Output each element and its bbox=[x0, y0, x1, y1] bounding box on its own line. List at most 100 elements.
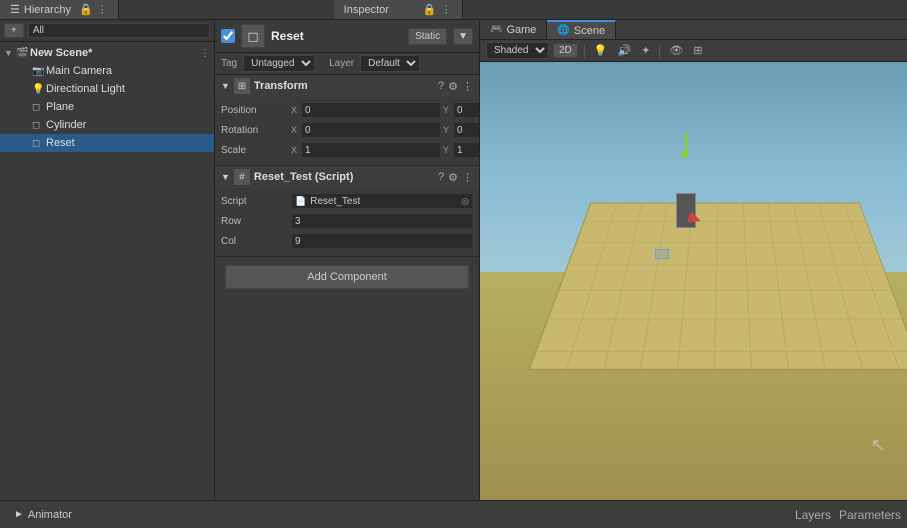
hierarchy-item-plane[interactable]: ◻ Plane bbox=[0, 98, 214, 116]
animator-tab[interactable]: ► Animator bbox=[6, 507, 80, 523]
static-button[interactable]: Static bbox=[408, 28, 447, 45]
col-field-row: Col bbox=[221, 232, 473, 250]
script-file-value: 📄 Reset_Test ◎ bbox=[291, 193, 473, 209]
x-axis-label: X bbox=[291, 105, 299, 115]
row-field-label: Row bbox=[221, 216, 291, 227]
effects-toggle-icon[interactable]: ✦ bbox=[638, 43, 653, 58]
selection-indicator bbox=[655, 249, 669, 259]
plane-icon: ◻ bbox=[32, 102, 46, 113]
hierarchy-item-cylinder[interactable]: ◻ Cylinder bbox=[0, 116, 214, 134]
2d-toggle-button[interactable]: 2D bbox=[553, 43, 578, 58]
hierarchy-lock-icon: 🔒 bbox=[79, 3, 93, 16]
hierarchy-tab[interactable]: ☰ Hierarchy 🔒 ⋮ bbox=[0, 0, 119, 19]
toolbar-separator-2 bbox=[659, 44, 660, 58]
sy-axis-label: Y bbox=[443, 145, 451, 155]
position-y-input[interactable] bbox=[453, 102, 480, 118]
toolbar-separator bbox=[584, 44, 585, 58]
sx-axis-label: X bbox=[291, 145, 299, 155]
parameters-label: Parameters bbox=[839, 508, 901, 522]
scale-x-input[interactable] bbox=[301, 142, 441, 158]
ry-axis-label: Y bbox=[443, 125, 451, 135]
audio-toggle-icon[interactable]: 🔊 bbox=[615, 43, 635, 58]
grid-toggle-icon[interactable]: ⊞ bbox=[690, 43, 705, 58]
position-x-input[interactable] bbox=[301, 102, 441, 118]
script-target-icon[interactable]: ◎ bbox=[461, 196, 469, 207]
position-label: Position bbox=[221, 105, 291, 116]
rotation-x-input[interactable] bbox=[301, 122, 441, 138]
game-tab-label: Game bbox=[506, 24, 536, 36]
row-field-row: Row bbox=[221, 212, 473, 230]
script-collapse-icon: ▼ bbox=[221, 172, 230, 182]
inspector-lock-icon: 🔒 bbox=[423, 3, 437, 16]
scene-plane-object bbox=[528, 202, 907, 369]
transform-body: Position X Y Z bbox=[215, 97, 479, 165]
y-axis-label: Y bbox=[443, 105, 451, 115]
scene-tab-label: Scene bbox=[574, 25, 605, 37]
hierarchy-item-more[interactable]: ⋮ bbox=[200, 48, 210, 59]
tag-select[interactable]: Untagged bbox=[243, 55, 315, 72]
inspector-panel: ◻ Reset Static ▼ Tag Untagged Layer Defa… bbox=[215, 20, 480, 500]
hierarchy-add-button[interactable]: + bbox=[4, 23, 24, 38]
reset-obj-icon: ◻ bbox=[32, 138, 46, 149]
cursor-arrow: ↖ bbox=[871, 435, 886, 456]
script-body: Script 📄 Reset_Test ◎ Row Col bbox=[215, 188, 479, 256]
scale-y-input[interactable] bbox=[453, 142, 480, 158]
game-icon: 🎮 bbox=[490, 24, 502, 35]
object-active-checkbox[interactable] bbox=[221, 29, 235, 43]
transform-icon: ⊞ bbox=[234, 78, 250, 94]
hierarchy-search-input[interactable] bbox=[28, 23, 210, 38]
hierarchy-menu-icon: ☰ bbox=[10, 3, 20, 16]
script-title: Reset_Test (Script) bbox=[254, 171, 438, 183]
layer-label: Layer bbox=[329, 58, 354, 69]
static-dropdown-button[interactable]: ▼ bbox=[453, 28, 473, 45]
script-help-icon[interactable]: ? bbox=[438, 171, 444, 184]
hierarchy-item-directional-light[interactable]: 💡 Directional Light bbox=[0, 80, 214, 98]
transform-title: Transform bbox=[254, 80, 438, 92]
camera-icon: 📷 bbox=[32, 66, 46, 77]
transform-settings-icon[interactable]: ⚙ bbox=[448, 80, 458, 93]
chevron-down-icon: ▼ bbox=[4, 48, 16, 58]
script-field-row: Script 📄 Reset_Test ◎ bbox=[221, 192, 473, 210]
script-component-header[interactable]: ▼ # Reset_Test (Script) ? ⚙ ⋮ bbox=[215, 166, 479, 188]
layer-select[interactable]: Default bbox=[360, 55, 420, 72]
gizmo-toggle-icon[interactable]: 👁 bbox=[666, 43, 686, 58]
rotation-y-input[interactable] bbox=[453, 122, 480, 138]
script-settings-icon[interactable]: ⚙ bbox=[448, 171, 458, 184]
object-name: Reset bbox=[271, 29, 402, 43]
hierarchy-item-main-camera[interactable]: 📷 Main Camera bbox=[0, 62, 214, 80]
transform-help-icon[interactable]: ? bbox=[438, 80, 444, 93]
light-toggle-icon[interactable]: 💡 bbox=[591, 43, 611, 58]
inspector-tab[interactable]: Inspector 🔒 ⋮ bbox=[334, 0, 463, 19]
position-row: Position X Y Z bbox=[221, 101, 473, 119]
animator-tab-label: Animator bbox=[28, 509, 72, 521]
position-x-field: X bbox=[291, 102, 441, 118]
scene-3d-view[interactable]: ▶ ↖ bbox=[480, 62, 907, 500]
rotation-row: Rotation X Y Z bbox=[221, 121, 473, 139]
hierarchy-item-label: Main Camera bbox=[46, 65, 112, 77]
script-component: ▼ # Reset_Test (Script) ? ⚙ ⋮ Script 📄 R… bbox=[215, 166, 479, 257]
script-more-icon[interactable]: ⋮ bbox=[462, 171, 473, 184]
scale-row: Scale X Y Z bbox=[221, 141, 473, 159]
cylinder-icon: ◻ bbox=[32, 120, 46, 131]
transform-more-icon[interactable]: ⋮ bbox=[462, 80, 473, 93]
add-component-button[interactable]: Add Component bbox=[225, 265, 469, 289]
light-icon: 💡 bbox=[32, 84, 46, 95]
scale-label: Scale bbox=[221, 145, 291, 156]
row-value-input[interactable] bbox=[291, 213, 473, 229]
hierarchy-item-new-scene[interactable]: ▼ 🎬 New Scene* ⋮ bbox=[0, 44, 214, 62]
transform-header[interactable]: ▼ ⊞ Transform ? ⚙ ⋮ bbox=[215, 75, 479, 97]
scene-icon: 🌐 bbox=[557, 25, 569, 36]
hierarchy-item-reset[interactable]: ◻ Reset bbox=[0, 134, 214, 152]
scale-y-field: Y bbox=[443, 142, 480, 158]
col-field-label: Col bbox=[221, 236, 291, 247]
rx-axis-label: X bbox=[291, 125, 299, 135]
position-y-field: Y bbox=[443, 102, 480, 118]
col-value-input[interactable] bbox=[291, 233, 473, 249]
script-icon: # bbox=[234, 169, 250, 185]
shading-mode-select[interactable]: Shaded bbox=[486, 42, 549, 59]
script-file-icon: 📄 bbox=[295, 196, 306, 207]
hierarchy-item-label: Directional Light bbox=[46, 83, 125, 95]
scene-tab[interactable]: 🌐 Scene bbox=[547, 20, 616, 39]
inspector-more-icon: ⋮ bbox=[441, 3, 452, 16]
game-tab[interactable]: 🎮 Game bbox=[480, 20, 547, 39]
